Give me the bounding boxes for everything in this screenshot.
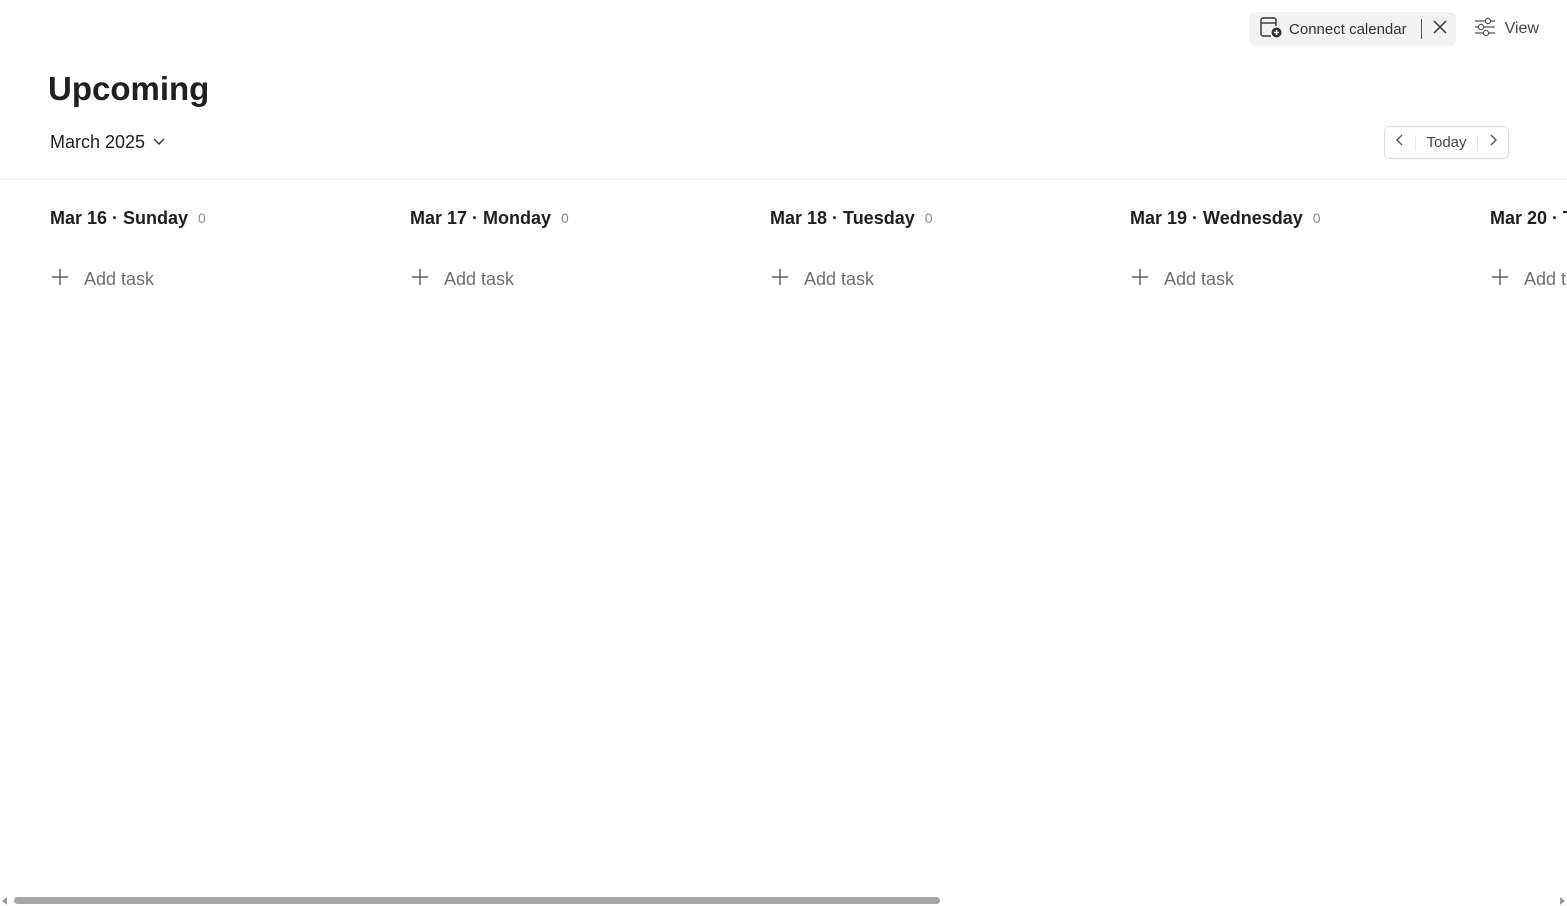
add-task-label: Add task [804, 268, 875, 289]
day-column: Mar 20 · Thursday 0 Add task [1490, 180, 1567, 302]
add-task-button[interactable]: Add task [1130, 256, 1490, 302]
task-count: 0 [1312, 210, 1321, 226]
task-count: 0 [561, 210, 569, 226]
day-column: Mar 17 · Monday 0 Add task [410, 180, 770, 302]
day-title: Mar 19 · Wednesday [1130, 207, 1303, 228]
add-task-button[interactable]: Add task [50, 256, 410, 302]
task-count: 0 [924, 210, 933, 226]
upcoming-view: Connect calendar View Upcoming March 202… [0, 0, 1567, 906]
day-header: Mar 16 · Sunday 0 [50, 180, 410, 256]
day-title: Mar 18 · Tuesday [770, 207, 915, 228]
connect-calendar-button[interactable]: Connect calendar [1259, 15, 1407, 44]
date-navigation: Today [1384, 126, 1509, 159]
day-columns: Mar 16 · Sunday 0 Add task Mar 17 · Mond… [50, 180, 1567, 302]
add-task-label: Add task [444, 268, 515, 289]
add-task-label: Add task [84, 268, 155, 289]
day-column: Mar 18 · Tuesday 0 Add task [770, 180, 1130, 302]
next-week-button[interactable] [1478, 127, 1508, 158]
scroll-left-arrow-icon[interactable] [2, 897, 7, 905]
month-picker[interactable]: March 2025 [50, 132, 166, 153]
day-title: Mar 17 · Monday [410, 207, 552, 228]
day-title: Mar 20 · Thursday [1490, 207, 1567, 228]
page-title: Upcoming [48, 70, 210, 107]
view-options-button[interactable]: View [1462, 12, 1551, 46]
top-toolbar: Connect calendar View [1249, 12, 1551, 46]
today-button[interactable]: Today [1416, 134, 1477, 151]
previous-week-button[interactable] [1385, 127, 1415, 158]
add-task-label: Add task [1524, 268, 1567, 289]
chevron-right-icon [1488, 133, 1498, 152]
toolbar-divider [1420, 19, 1422, 39]
month-label: March 2025 [50, 132, 146, 152]
day-column: Mar 16 · Sunday 0 Add task [50, 180, 410, 302]
chevron-left-icon [1395, 133, 1405, 152]
day-header: Mar 19 · Wednesday 0 [1130, 180, 1490, 256]
calendar-add-icon [1259, 15, 1283, 44]
plus-icon [50, 267, 70, 292]
chevron-down-icon [152, 134, 166, 152]
add-task-button[interactable]: Add task [410, 256, 770, 302]
plus-icon [1490, 267, 1510, 292]
day-header: Mar 18 · Tuesday 0 [770, 180, 1130, 256]
day-header: Mar 17 · Monday 0 [410, 180, 770, 256]
task-count: 0 [198, 210, 206, 226]
add-task-label: Add task [1164, 268, 1235, 289]
scrollbar-thumb[interactable] [14, 897, 940, 904]
add-task-button[interactable]: Add task [1490, 256, 1567, 302]
connect-calendar-label: Connect calendar [1289, 20, 1407, 38]
plus-icon [1130, 267, 1150, 292]
plus-icon [770, 267, 790, 292]
connect-calendar-banner: Connect calendar [1249, 12, 1456, 46]
plus-icon [410, 267, 430, 292]
sliders-icon [1474, 17, 1496, 42]
day-header: Mar 20 · Thursday 0 [1490, 180, 1567, 256]
view-label: View [1504, 20, 1539, 37]
dismiss-connect-button[interactable] [1432, 19, 1448, 40]
close-icon [1432, 19, 1448, 40]
horizontal-scrollbar[interactable] [0, 894, 1567, 906]
day-column: Mar 19 · Wednesday 0 Add task [1130, 180, 1490, 302]
add-task-button[interactable]: Add task [770, 256, 1130, 302]
scroll-right-arrow-icon[interactable] [1560, 897, 1565, 905]
day-title: Mar 16 · Sunday [50, 207, 189, 228]
